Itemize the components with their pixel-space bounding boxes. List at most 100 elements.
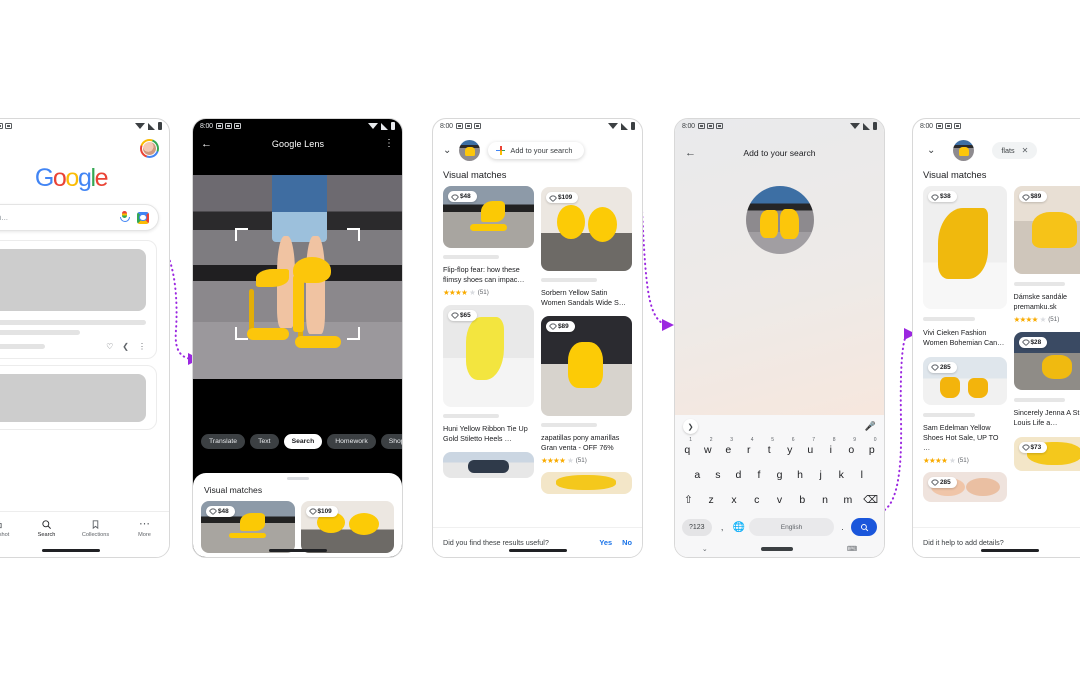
result-title[interactable]: zapatillas pony amarillas Gran venta - O… (541, 433, 632, 453)
add-to-your-search-button[interactable]: Add to your search (488, 142, 585, 159)
sheet-drag-handle[interactable] (286, 477, 309, 480)
chevron-down-icon[interactable]: ⌄ (702, 545, 708, 553)
result-card[interactable]: $38 (923, 186, 1007, 309)
result-card[interactable]: $48 (201, 500, 295, 553)
comma-key[interactable]: , (716, 522, 729, 532)
result-card[interactable] (541, 471, 632, 494)
numeric-key[interactable]: ?123 (682, 518, 712, 536)
lens-crop-frame[interactable] (234, 228, 361, 341)
notification-icon (224, 123, 232, 129)
key-m[interactable]: m (837, 488, 858, 506)
result-title[interactable]: Dámske sandále premamku.sk (1014, 292, 1080, 312)
key-a[interactable]: a (688, 463, 707, 481)
key-o[interactable]: 9o (842, 437, 861, 456)
result-card[interactable]: $89 (1013, 186, 1080, 274)
result-card[interactable]: $109 (541, 187, 632, 271)
key-e[interactable]: 3e (719, 437, 738, 456)
result-title[interactable]: Sorbern Yellow Satin Women Sandals Wide … (541, 288, 632, 308)
result-card[interactable]: $89 (541, 315, 632, 416)
key-s[interactable]: s (709, 463, 728, 481)
mode-chip-homework[interactable]: Homework (327, 434, 376, 449)
key-i[interactable]: 8i (822, 437, 841, 456)
key-l[interactable]: l (852, 463, 871, 481)
avatar[interactable] (140, 139, 159, 158)
key-x[interactable]: x (724, 488, 745, 506)
key-u[interactable]: 7u (801, 437, 820, 456)
key-y[interactable]: 6y (781, 437, 800, 456)
query-image-thumbnail[interactable] (459, 140, 481, 161)
close-icon[interactable]: ✕ (1022, 146, 1029, 155)
key-n[interactable]: n (815, 488, 836, 506)
nav-item-more[interactable]: ⋯ More (120, 518, 169, 538)
key-q[interactable]: 1q (678, 437, 697, 456)
back-arrow-icon[interactable]: ← (685, 147, 696, 159)
search-bar[interactable]: Search... (0, 204, 159, 231)
google-lens-icon[interactable] (137, 211, 149, 224)
microphone-icon[interactable] (120, 211, 131, 224)
mode-chip-translate[interactable]: Translate (201, 434, 246, 449)
keyboard-icon[interactable]: ⌨ (847, 545, 857, 553)
search-input[interactable]: Search... (0, 213, 112, 222)
key-w[interactable]: 2w (699, 437, 718, 456)
key-h[interactable]: h (791, 463, 810, 481)
nav-item-search[interactable]: Search (22, 519, 71, 538)
key-p[interactable]: 0p (863, 437, 882, 456)
query-image-thumbnail[interactable] (745, 186, 814, 254)
key-z[interactable]: z (701, 488, 722, 506)
query-image-thumbnail[interactable] (953, 140, 975, 161)
key-v[interactable]: v (769, 488, 790, 506)
result-card[interactable]: $109 (300, 500, 394, 553)
overflow-icon[interactable]: ⋮ (384, 139, 394, 149)
key-g[interactable]: g (770, 463, 789, 481)
result-title[interactable]: Huni Yellow Ribbon Tie Up Gold Stiletto … (443, 424, 534, 444)
key-f[interactable]: f (750, 463, 769, 481)
microphone-icon[interactable]: 🎤 (865, 421, 876, 432)
shift-icon[interactable]: ⇧ (678, 488, 699, 506)
period-key[interactable]: . (838, 522, 847, 532)
result-title[interactable]: Vivi Cieken Fashion Women Bohemian Can… (923, 328, 1007, 348)
space-key[interactable]: English (749, 518, 834, 536)
price-badge: $38 (928, 191, 957, 202)
result-title[interactable]: Sincerely Jenna A St. Louis Life a… (1014, 408, 1080, 428)
mode-chip-search[interactable]: Search (283, 434, 323, 449)
tag-icon (1021, 443, 1030, 452)
result-title[interactable]: Flip-flop fear: how these flimsy shoes c… (443, 265, 534, 285)
back-arrow-icon[interactable]: ← (201, 138, 212, 150)
discover-card[interactable] (0, 365, 157, 430)
result-card[interactable]: $73 (1013, 436, 1080, 471)
key-c[interactable]: c (746, 488, 767, 506)
refinement-chip[interactable]: flats ✕ (992, 142, 1038, 159)
mode-chip-shopping[interactable]: Shoppi (380, 434, 402, 449)
heart-icon[interactable]: ♡ (106, 342, 113, 351)
chevron-down-icon[interactable]: ⌄ (443, 145, 451, 156)
feedback-yes-button[interactable]: Yes (599, 538, 612, 547)
key-t[interactable]: 5t (760, 437, 779, 456)
nav-item-collections[interactable]: Collections (71, 519, 120, 538)
price-badge: $109 (546, 192, 579, 203)
result-card[interactable]: $28 (1013, 331, 1080, 390)
result-title[interactable]: Sam Edelman Yellow Shoes Hot Sale, UP TO… (923, 423, 1007, 453)
language-globe-icon[interactable]: 🌐 (733, 522, 745, 533)
result-card[interactable] (443, 451, 534, 478)
overflow-icon[interactable]: ⋮ (138, 342, 146, 351)
lens-camera-viewfinder[interactable] (193, 175, 402, 379)
mode-chip-text[interactable]: Text (250, 434, 279, 449)
share-icon[interactable]: ❮ (122, 342, 129, 351)
key-r[interactable]: 4r (740, 437, 759, 456)
key-b[interactable]: b (792, 488, 813, 506)
result-card[interactable]: 285 (923, 471, 1007, 502)
feedback-no-button[interactable]: No (622, 538, 632, 547)
home-pill[interactable] (761, 547, 794, 551)
key-k[interactable]: k (832, 463, 851, 481)
backspace-icon[interactable]: ⌫ (860, 488, 881, 506)
result-card[interactable]: $65 (443, 304, 534, 407)
key-d[interactable]: d (729, 463, 748, 481)
result-card[interactable]: 285 (923, 356, 1007, 405)
search-key[interactable] (851, 518, 877, 536)
nav-item-snapshot[interactable]: Snapshot (0, 519, 22, 538)
key-j[interactable]: j (811, 463, 830, 481)
result-card[interactable]: $48 (443, 186, 534, 248)
discover-card[interactable]: ♡ ❮ ⋮ (0, 240, 157, 359)
chevron-down-icon[interactable]: ⌄ (927, 145, 935, 156)
chevron-right-icon[interactable]: ❯ (683, 419, 698, 434)
